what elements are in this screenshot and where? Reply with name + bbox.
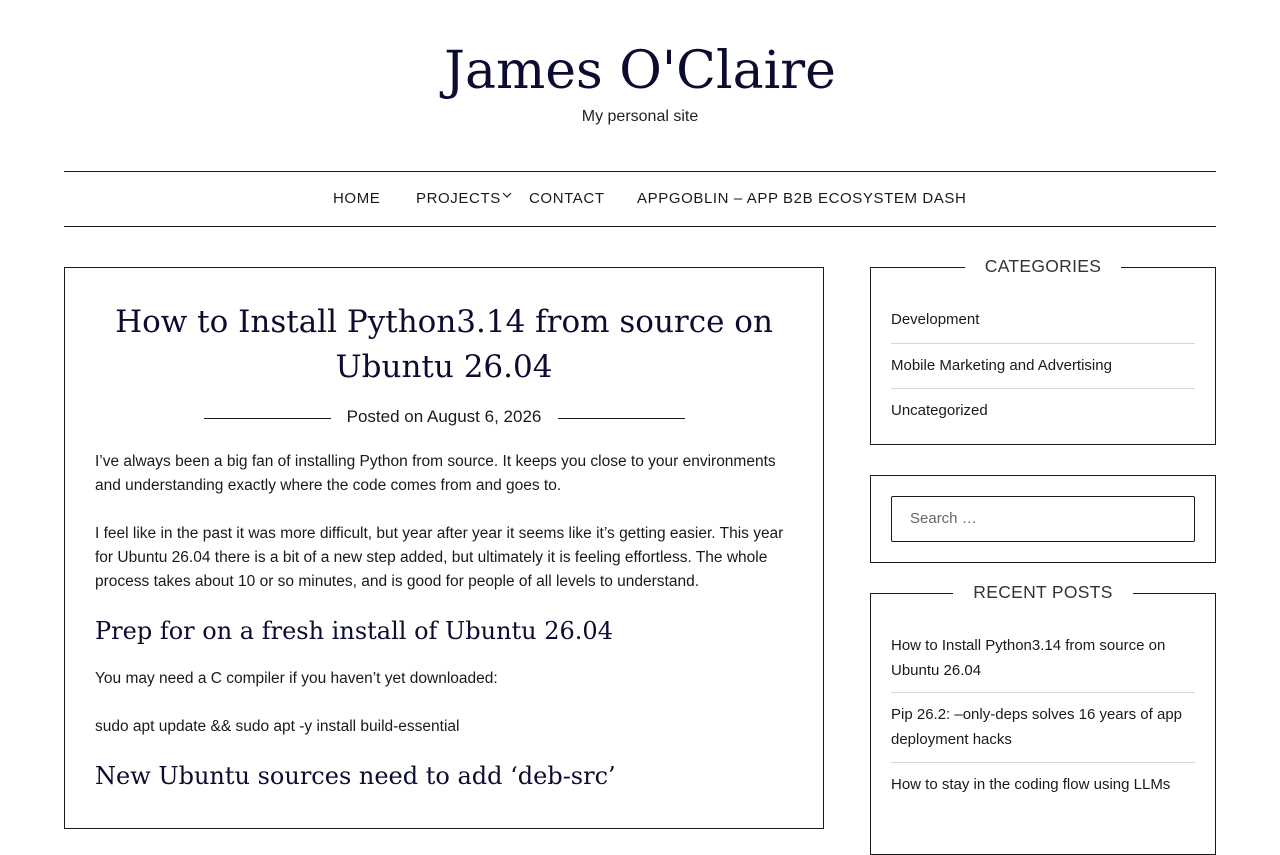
nav-item-home[interactable]: HOME (333, 172, 380, 226)
divider (891, 343, 1195, 344)
recent-post-link[interactable]: How to Install Python3.14 from source on… (891, 634, 1195, 683)
search-field[interactable] (891, 496, 1195, 542)
category-link[interactable]: Uncategorized (891, 402, 1195, 419)
post-title[interactable]: How to Install Python3.14 from source on… (95, 300, 793, 390)
post-meta: Posted on August 6, 2026 (65, 407, 823, 427)
search-widget (870, 475, 1216, 563)
site-title[interactable]: James O'Claire (0, 38, 1280, 104)
search-input[interactable] (908, 497, 1178, 539)
posted-on-label: Posted on (346, 407, 427, 426)
nav-item-appgoblin[interactable]: APPGOBLIN – APP B2B ECOSYSTEM DASH (637, 172, 966, 226)
post-date-link[interactable]: August 6, 2026 (427, 407, 541, 426)
chevron-down-icon[interactable] (500, 190, 514, 202)
recent-post-link[interactable]: Pip 26.2: –only-deps solves 16 years of … (891, 703, 1195, 752)
categories-title: CATEGORIES (964, 256, 1122, 276)
section-heading: Prep for on a fresh install of Ubuntu 26… (95, 617, 613, 645)
categories-widget: CATEGORIES Development Mobile Marketing … (870, 256, 1216, 445)
site-description: My personal site (581, 108, 699, 125)
post-paragraph: You may need a C compiler if you haven’t… (95, 670, 498, 687)
command-line: sudo apt update && sudo apt -y install b… (95, 718, 460, 735)
section-heading: New Ubuntu sources need to add ‘deb-src’ (95, 762, 616, 790)
main-nav: HOME PROJECTS CONTACT APPGOBLIN – APP B2… (64, 171, 1216, 227)
divider (891, 388, 1195, 389)
post-paragraph: I feel like in the past it was more diff… (95, 525, 784, 590)
category-link[interactable]: Mobile Marketing and Advertising (891, 357, 1195, 374)
post-article: How to Install Python3.14 from source on… (64, 267, 824, 829)
recent-posts-title: RECENT POSTS (953, 582, 1133, 602)
post-paragraph: I’ve always been a big fan of installing… (95, 453, 776, 494)
recent-posts-widget: RECENT POSTS How to Install Python3.14 f… (870, 582, 1216, 855)
divider (891, 762, 1195, 763)
recent-post-link[interactable]: How to stay in the coding flow using LLM… (891, 773, 1195, 798)
nav-item-projects[interactable]: PROJECTS (416, 172, 501, 226)
nav-item-contact[interactable]: CONTACT (529, 172, 605, 226)
divider (891, 692, 1195, 693)
category-link[interactable]: Development (891, 311, 1195, 328)
